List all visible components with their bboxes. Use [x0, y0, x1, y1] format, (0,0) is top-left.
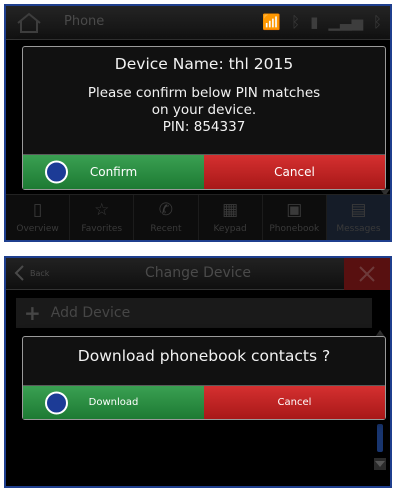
confirm-button[interactable]: Confirm [23, 154, 204, 189]
tab-label: Overview [16, 224, 59, 234]
messages-icon: ▤ [350, 200, 367, 220]
close-button[interactable] [344, 258, 390, 290]
tab-overview[interactable]: ▯ Overview [6, 195, 71, 240]
device-name-title: Device Name: thl 2015 [114, 55, 294, 73]
app-title: Phone [64, 14, 105, 29]
selection-knob-icon [45, 160, 68, 184]
status-icons: 📶 ᛒ ▮ ▁▃▅ ᛒ [262, 12, 382, 32]
wifi-icon: 📶 [262, 13, 282, 31]
recent-calls-icon: ✆ [158, 200, 174, 220]
pin-message: Please confirm below PIN matches on your… [23, 85, 385, 136]
download-label: Download [88, 397, 139, 408]
add-device-row[interactable]: + Add Device [16, 298, 372, 328]
selection-knob-icon [45, 391, 68, 414]
page-title: Change Device [145, 265, 251, 281]
pin-confirm-screen: Phone 📶 ᛒ ▮ ▁▃▅ ᛒ Device Name: thl 2015 … [4, 4, 392, 242]
close-icon [359, 266, 375, 282]
scroll-down-button[interactable] [374, 458, 386, 470]
dialog-buttons: Download Cancel [23, 385, 385, 419]
tab-favorites[interactable]: ☆ Favorites [70, 195, 135, 240]
download-contacts-dialog: Download phonebook contacts ? Download C… [22, 336, 386, 420]
plus-icon: + [24, 301, 41, 325]
confirm-label: Confirm [89, 165, 138, 179]
dialog-buttons: Confirm Cancel [23, 154, 385, 189]
tab-label: Phonebook [269, 224, 320, 234]
tab-label: Recent [150, 224, 182, 234]
tab-recent[interactable]: ✆ Recent [134, 195, 199, 240]
bluetooth-icon: ᛒ [291, 13, 301, 31]
signal-icon: ▁▃▅ [328, 13, 363, 31]
tab-label: Keypad [213, 224, 247, 234]
phonebook-icon: ▣ [286, 200, 303, 220]
tab-label: Favorites [81, 224, 123, 234]
star-icon: ☆ [94, 200, 110, 220]
change-device-screen: Back Change Device + Add Device Download… [4, 256, 392, 488]
scroll-thumb[interactable] [377, 424, 383, 452]
pin-message-line: on your device. [151, 102, 257, 118]
status-bar: Phone 📶 ᛒ ▮ ▁▃▅ ᛒ [6, 6, 390, 40]
pin-confirm-dialog: Device Name: thl 2015 Please confirm bel… [22, 46, 386, 190]
bluetooth-status-icon: ᛒ [372, 13, 382, 31]
header-bar: Back Change Device [6, 258, 390, 290]
home-icon[interactable] [16, 12, 42, 34]
tab-messages[interactable]: ▤ Messages [326, 195, 390, 240]
pin-code: PIN: 854337 [162, 119, 246, 135]
battery-icon: ▮ [310, 13, 319, 31]
add-device-label: Add Device [50, 305, 131, 321]
download-button[interactable]: Download [23, 385, 204, 419]
keypad-icon: ▦ [222, 200, 239, 220]
tab-label: Messages [336, 224, 381, 234]
cancel-button[interactable]: Cancel [204, 154, 385, 189]
phone-icon: ▯ [32, 200, 43, 220]
dialog-question: Download phonebook contacts ? [77, 347, 331, 365]
cancel-button[interactable]: Cancel [204, 385, 385, 419]
cancel-label: Cancel [274, 165, 315, 179]
cancel-label: Cancel [277, 397, 312, 408]
bottom-nav: ▯ Overview ☆ Favorites ✆ Recent ▦ Keypad… [6, 194, 390, 240]
tab-phonebook[interactable]: ▣ Phonebook [263, 195, 327, 240]
tab-keypad[interactable]: ▦ Keypad [199, 195, 263, 240]
pin-message-line: Please confirm below PIN matches [87, 85, 321, 101]
